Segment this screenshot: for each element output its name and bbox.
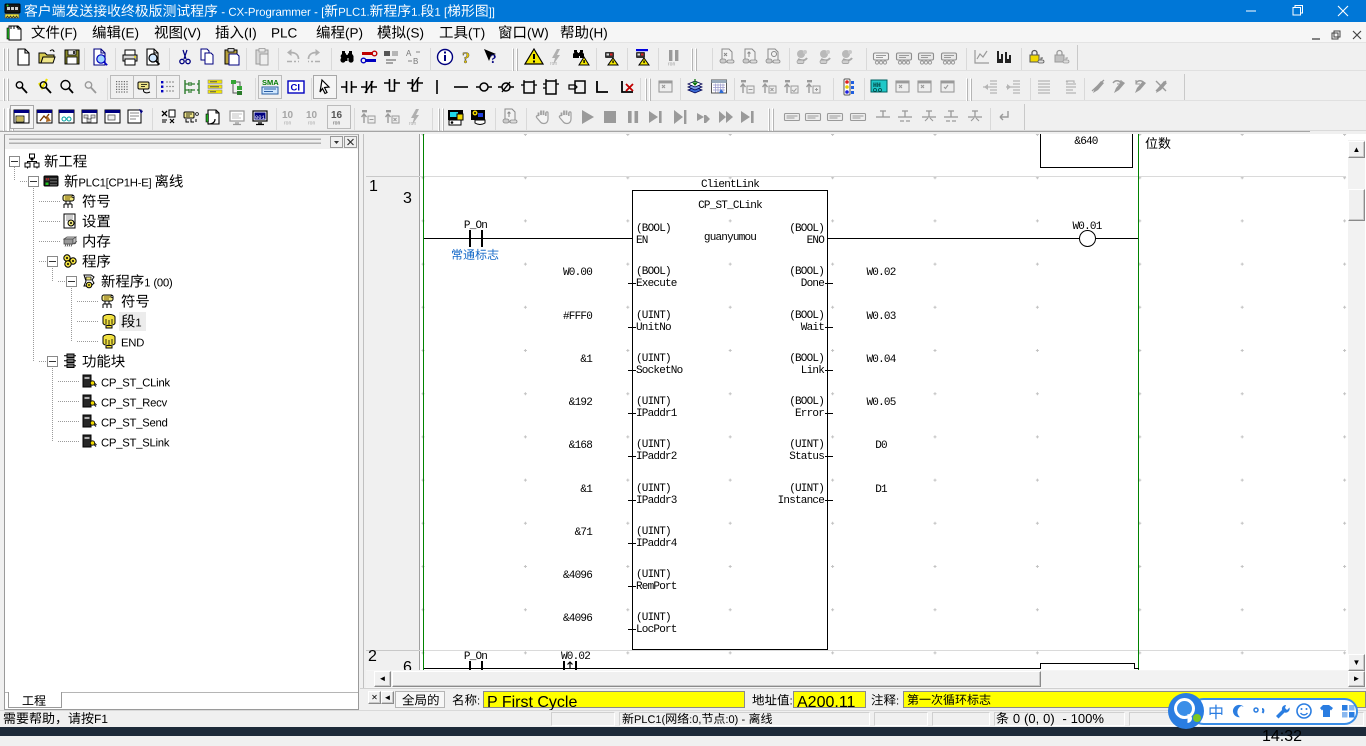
svg-text:ron: ron	[668, 62, 675, 68]
svg-text:10: 10	[306, 110, 318, 121]
svg-text:HH: HH	[873, 82, 881, 89]
svg-text:?: ?	[490, 51, 497, 66]
svg-text:B: B	[413, 57, 418, 66]
svg-text:ron: ron	[550, 61, 557, 67]
svg-text:?: ?	[462, 50, 470, 67]
svg-text:A: A	[406, 49, 412, 58]
svg-text:ron: ron	[409, 121, 416, 127]
svg-text:ron: ron	[284, 121, 291, 127]
svg-text:16: 16	[331, 110, 343, 121]
svg-text:CI: CI	[291, 83, 301, 94]
svg-text:001: 001	[255, 114, 266, 121]
svg-text:10: 10	[282, 110, 294, 121]
svg-text:ron: ron	[333, 121, 340, 127]
svg-text:ron: ron	[308, 121, 315, 127]
svg-text:SMA: SMA	[262, 78, 279, 87]
